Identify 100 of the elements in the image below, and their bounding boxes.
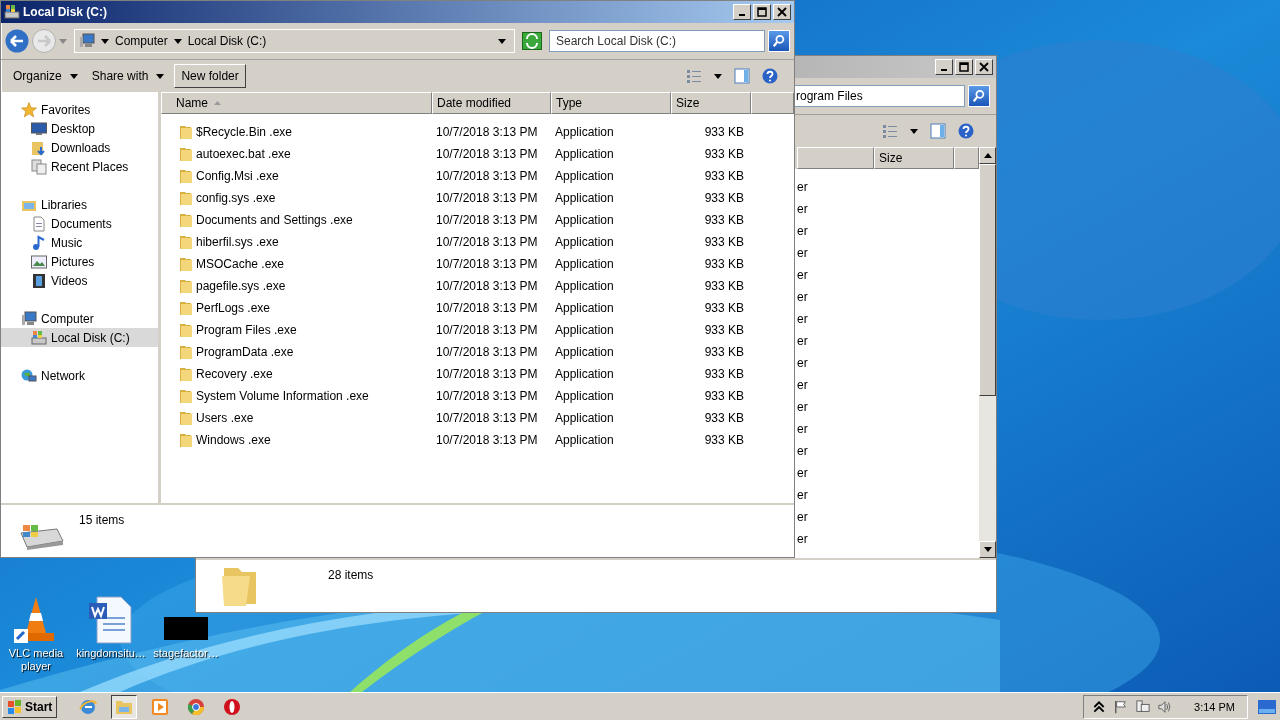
file-name[interactable]: config.sys .exe: [196, 191, 276, 205]
file-name[interactable]: ProgramData .exe: [196, 345, 294, 359]
minimize-icon: [739, 14, 745, 16]
maximize-button[interactable]: [753, 4, 771, 20]
column-header[interactable]: Date modified: [432, 92, 551, 114]
file-size: 933 KB: [703, 323, 745, 337]
file-name[interactable]: Config.Msi .exe: [196, 169, 279, 183]
search-button[interactable]: [968, 85, 990, 107]
search-button[interactable]: [768, 30, 790, 52]
caret-icon[interactable]: [714, 73, 722, 79]
file-type: er: [797, 465, 809, 482]
file-size: 933 KB: [703, 367, 745, 381]
column-header[interactable]: Type: [551, 92, 671, 114]
sidebar-item[interactable]: Recent Places: [1, 157, 158, 176]
file-date: 10/7/2018 3:13 PM: [435, 433, 539, 447]
menu-button[interactable]: Organize: [9, 67, 82, 85]
file-name[interactable]: PerfLogs .exe: [196, 301, 271, 315]
show-hidden-icons-button[interactable]: [1092, 699, 1107, 714]
windows-flag-icon: [7, 698, 23, 715]
music-note-icon: [31, 234, 47, 251]
maximize-icon: [757, 7, 767, 17]
desktop-icon-label[interactable]: VLC media player: [1, 647, 71, 673]
file-size: 933 KB: [703, 257, 745, 271]
new-folder-button[interactable]: New folder: [174, 64, 246, 88]
file-type: er: [797, 377, 809, 394]
flag-icon[interactable]: [1114, 699, 1129, 714]
scroll-up-button[interactable]: [979, 147, 996, 164]
network-icon[interactable]: [1136, 699, 1151, 714]
file-name[interactable]: MSOCache .exe: [196, 257, 285, 271]
sidebar-item[interactable]: Desktop: [1, 119, 158, 138]
file-name[interactable]: Users .exe: [196, 411, 254, 425]
column-header[interactable]: [797, 147, 874, 169]
speaker-icon[interactable]: [1158, 699, 1173, 714]
column-header[interactable]: Name: [161, 92, 432, 114]
file-name[interactable]: pagefile.sys .exe: [196, 279, 286, 293]
column-header[interactable]: Size: [874, 147, 954, 169]
file-name[interactable]: autoexec.bat .exe: [196, 147, 291, 161]
minimize-button[interactable]: [733, 4, 751, 20]
file-name[interactable]: Windows .exe: [196, 433, 271, 447]
computer-icon: [21, 310, 37, 327]
caret-icon[interactable]: [173, 38, 182, 44]
caret-icon[interactable]: [910, 128, 918, 134]
breadcrumb-link[interactable]: Computer: [115, 34, 168, 48]
document-icon[interactable]: [87, 595, 135, 645]
picture-icon: [31, 253, 47, 270]
file-name[interactable]: System Volume Information .exe: [196, 389, 369, 403]
sidebar-item[interactable]: Music: [1, 233, 158, 252]
refresh-icon[interactable]: [522, 32, 542, 50]
file-size: 933 KB: [703, 411, 745, 425]
search-field[interactable]: Search Local Disk (C:): [549, 30, 765, 52]
scroll-down-button[interactable]: [979, 541, 996, 558]
close-button[interactable]: [773, 4, 791, 20]
sidebar-item[interactable]: Pictures: [1, 252, 158, 271]
play-icon: [151, 697, 170, 716]
column-header[interactable]: Size: [671, 92, 751, 114]
sidebar-label: Recent Places: [51, 159, 129, 174]
caret-icon[interactable]: [101, 38, 109, 44]
file-name[interactable]: hiberfil.sys .exe: [196, 235, 279, 249]
caret-icon[interactable]: [498, 38, 506, 44]
file-type: er: [797, 355, 809, 372]
sidebar-item[interactable]: Favorites: [1, 100, 158, 119]
drive-icon: [31, 329, 47, 346]
sidebar-item[interactable]: Documents: [1, 214, 158, 233]
start-button[interactable]: Start: [2, 695, 58, 718]
drive-icon: [4, 4, 20, 20]
help-icon[interactable]: [762, 68, 778, 84]
column-header[interactable]: [751, 92, 794, 114]
sidebar-item[interactable]: Local Disk (C:): [1, 328, 158, 347]
show-desktop-button[interactable]: [1258, 699, 1276, 714]
menu-button[interactable]: Share with: [87, 67, 169, 85]
sidebar-item[interactable]: Downloads: [1, 138, 158, 157]
file-date: 10/7/2018 3:13 PM: [435, 257, 539, 271]
caret-icon: [69, 73, 78, 79]
file-type: Application: [554, 345, 615, 359]
file-size: 933 KB: [703, 213, 745, 227]
search-icon: [772, 34, 786, 48]
taskbar-button[interactable]: [111, 694, 138, 719]
file-type: er: [797, 245, 809, 262]
sidebar-item[interactable]: Computer: [1, 309, 158, 328]
file-name[interactable]: $Recycle.Bin .exe: [196, 125, 293, 139]
file-name[interactable]: Program Files .exe: [196, 323, 297, 337]
sidebar-item[interactable]: Libraries: [1, 195, 158, 214]
clock[interactable]: 3:14 PM: [1194, 700, 1235, 713]
file-name[interactable]: Recovery .exe: [196, 367, 273, 381]
sidebar-label: Music: [51, 235, 83, 250]
address-bar[interactable]: Computer Local Disk (C:): [74, 29, 515, 53]
sidebar-item[interactable]: Network: [1, 366, 158, 385]
breadcrumb-link[interactable]: Local Disk (C:): [187, 34, 267, 48]
scrollbar[interactable]: [979, 147, 996, 558]
file-name[interactable]: Documents and Settings .exe: [196, 213, 353, 227]
search-field[interactable]: rogram Files: [792, 85, 965, 107]
sort-arrow-icon: [214, 101, 221, 105]
column-header[interactable]: [954, 147, 979, 169]
help-icon[interactable]: [958, 123, 974, 139]
scroll-thumb[interactable]: [979, 164, 996, 396]
document-icon: [31, 215, 47, 232]
desktop-icon-label[interactable]: kingdomsitu…: [76, 647, 146, 660]
file-size: 933 KB: [703, 169, 745, 183]
sidebar-item[interactable]: Videos: [1, 271, 158, 290]
back-button[interactable]: [5, 29, 29, 53]
